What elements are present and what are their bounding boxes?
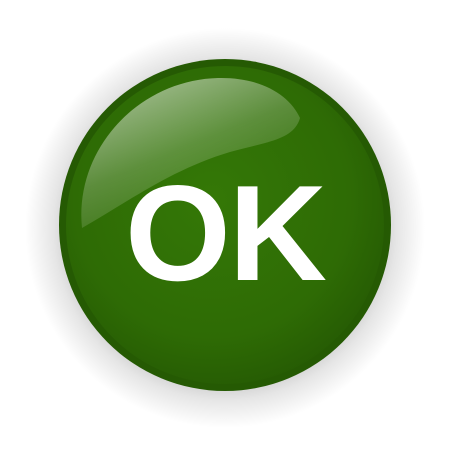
ok-label: OK xyxy=(125,157,326,309)
canvas: OK xyxy=(0,0,450,450)
ok-button[interactable]: OK xyxy=(0,0,450,450)
